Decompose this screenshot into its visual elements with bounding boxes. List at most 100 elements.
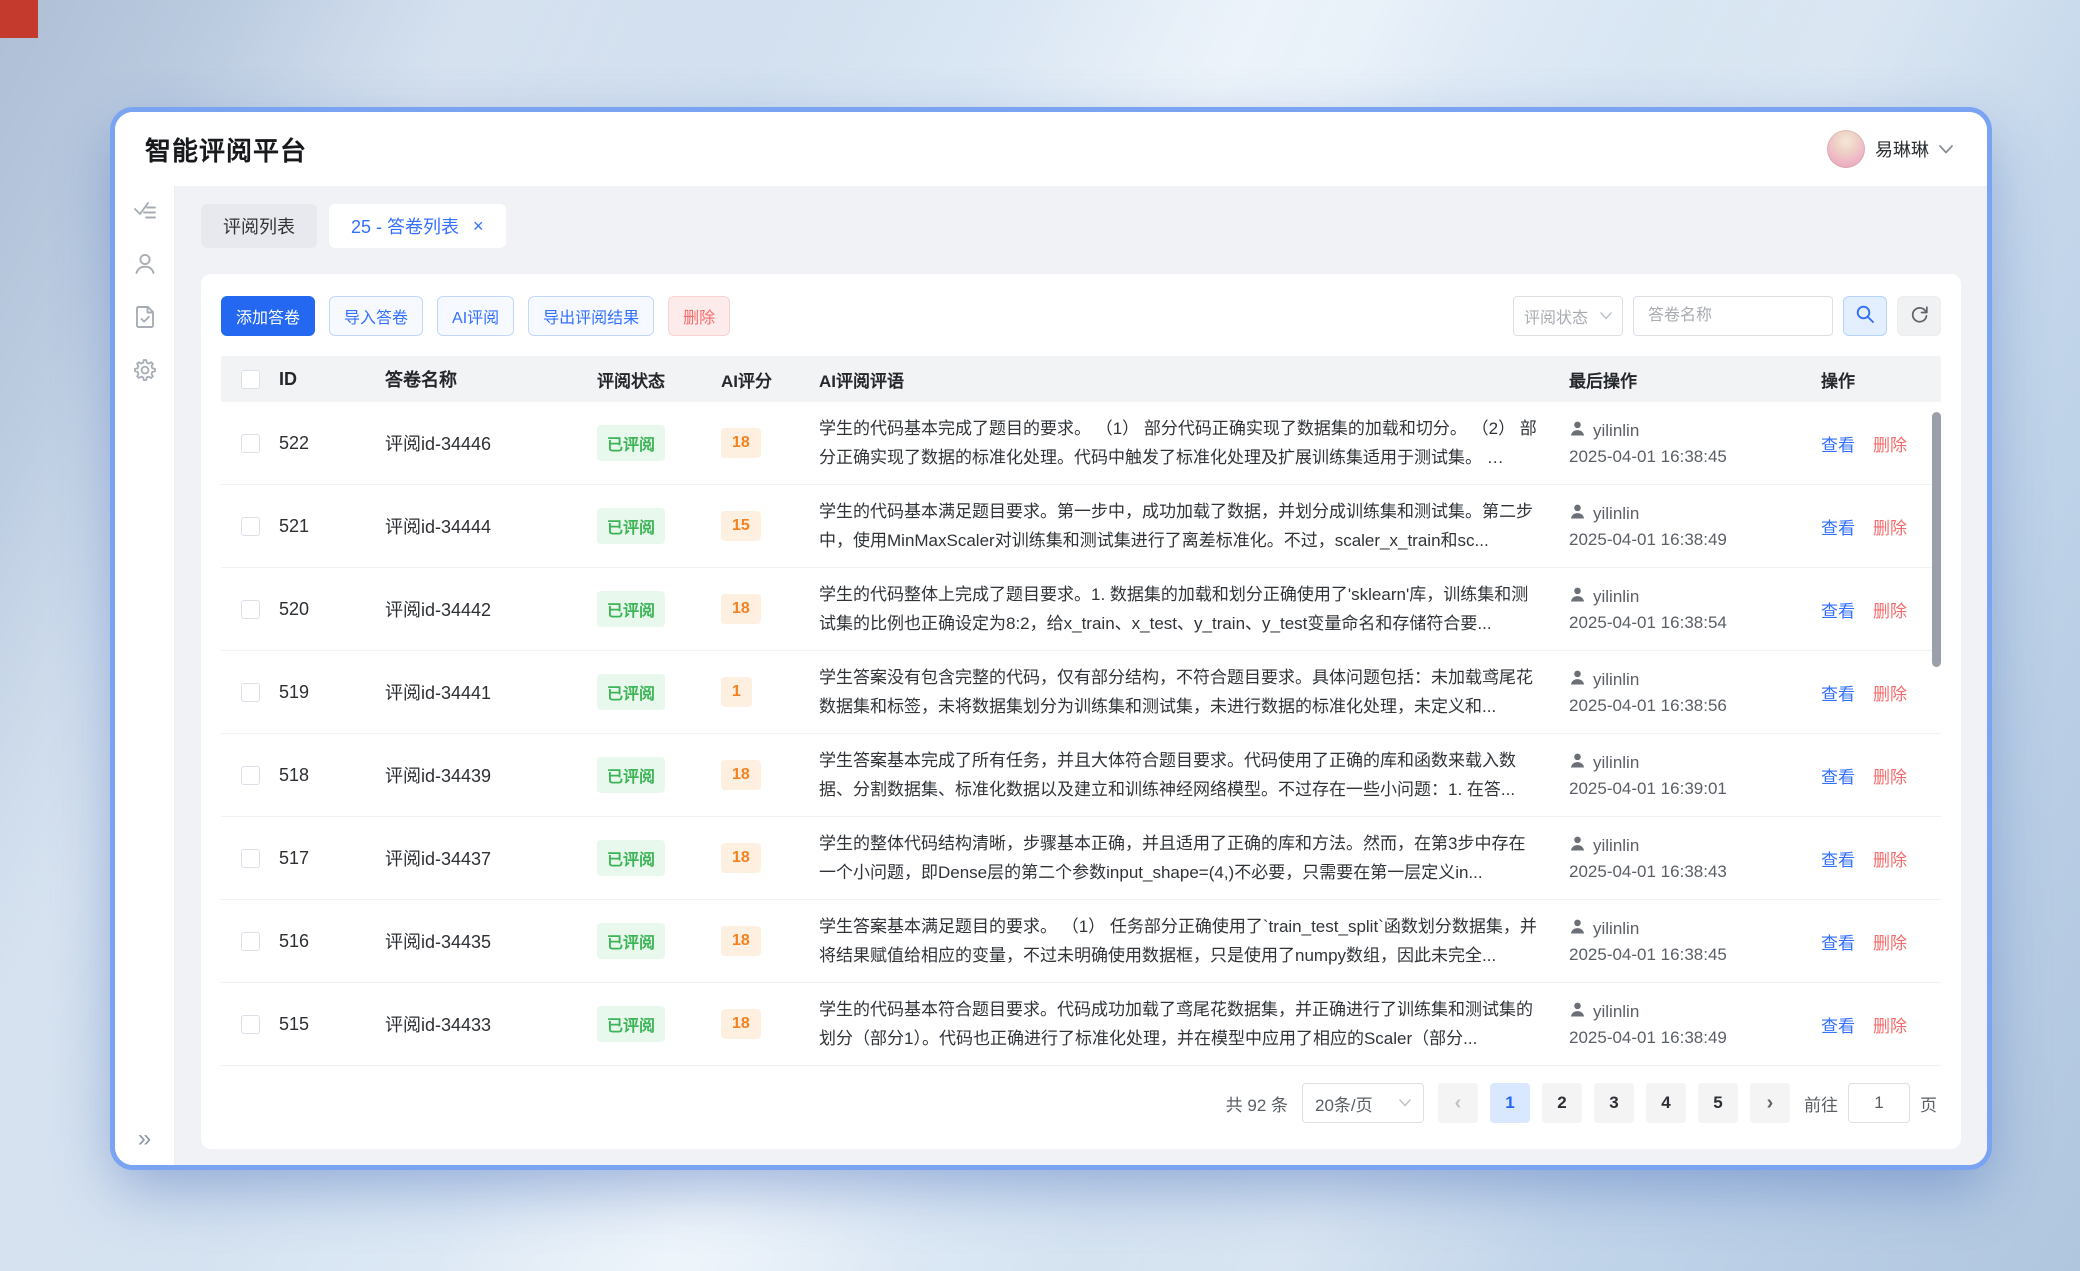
row-checkbox[interactable] (241, 849, 260, 868)
select-all-checkbox[interactable] (241, 370, 260, 389)
page-buttons: ‹ 12345 › (1438, 1083, 1790, 1123)
delete-link[interactable]: 删除 (1873, 851, 1907, 870)
answer-name-input[interactable] (1633, 296, 1833, 336)
view-link[interactable]: 查看 (1821, 519, 1855, 538)
view-link[interactable]: 查看 (1821, 1017, 1855, 1036)
operation-time: 2025-04-01 16:38:54 (1569, 613, 1821, 633)
toolbar-button-1[interactable]: 导入答卷 (329, 296, 423, 336)
review-status-select[interactable]: 评阅状态 (1513, 296, 1623, 336)
score-badge: 18 (721, 1009, 761, 1039)
operation-time: 2025-04-01 16:38:45 (1569, 447, 1821, 467)
row-checkbox[interactable] (241, 517, 260, 536)
cell-comment: 学生答案基本完成了所有任务，并且大体符合题目要求。代码使用了正确的库和函数来载入… (819, 746, 1569, 804)
page-button-4[interactable]: 4 (1646, 1083, 1686, 1123)
operator-name: yilinlin (1593, 919, 1639, 939)
person-icon (1569, 835, 1586, 857)
main-content: 评阅列表25 - 答卷列表× 添加答卷导入答卷AI评阅导出评阅结果删除 评阅状态 (175, 186, 1987, 1165)
delete-link[interactable]: 删除 (1873, 436, 1907, 455)
tab-close-icon[interactable]: × (473, 217, 484, 235)
row-checkbox[interactable] (241, 1015, 260, 1034)
table-header-row: ID答卷名称评阅状态AI评分AI评阅评语最后操作操作 (221, 356, 1941, 402)
view-link[interactable]: 查看 (1821, 685, 1855, 704)
goto-page-input[interactable] (1848, 1083, 1910, 1123)
cell-last-operation: yilinlin2025-04-01 16:38:49 (1569, 503, 1821, 550)
search-button[interactable] (1843, 296, 1887, 336)
column-header-id: ID (279, 369, 385, 390)
operator-name: yilinlin (1593, 1002, 1639, 1022)
page-button-1[interactable]: 1 (1490, 1083, 1530, 1123)
row-checkbox[interactable] (241, 932, 260, 951)
row-checkbox[interactable] (241, 600, 260, 619)
person-icon (1569, 669, 1586, 691)
cell-id: 522 (279, 433, 385, 454)
column-header-name: 答卷名称 (385, 366, 597, 392)
delete-link[interactable]: 删除 (1873, 934, 1907, 953)
cell-comment: 学生答案基本满足题目的要求。 （1） 任务部分正确使用了`train_test_… (819, 912, 1569, 970)
delete-link[interactable]: 删除 (1873, 685, 1907, 704)
delete-link[interactable]: 删除 (1873, 519, 1907, 538)
score-badge: 18 (721, 843, 761, 873)
operation-time: 2025-04-01 16:38:45 (1569, 945, 1821, 965)
status-badge: 已评阅 (597, 923, 665, 959)
row-checkbox[interactable] (241, 434, 260, 453)
sidebar-collapse-icon[interactable]: » (138, 1127, 151, 1151)
status-badge: 已评阅 (597, 1006, 665, 1042)
delete-link[interactable]: 删除 (1873, 768, 1907, 787)
refresh-button[interactable] (1897, 296, 1941, 336)
toolbar-button-0[interactable]: 添加答卷 (221, 296, 315, 336)
page-button-3[interactable]: 3 (1594, 1083, 1634, 1123)
user-name: 易琳琳 (1875, 136, 1929, 162)
avatar[interactable] (1827, 130, 1865, 168)
table-row: 518评阅id-34439已评阅18学生答案基本完成了所有任务，并且大体符合题目… (221, 734, 1941, 817)
cell-id: 515 (279, 1014, 385, 1035)
table-row: 520评阅id-34442已评阅18学生的代码整体上完成了题目要求。1. 数据集… (221, 568, 1941, 651)
person-icon (1569, 420, 1586, 442)
page-size-select[interactable]: 20条/页 (1302, 1083, 1424, 1123)
view-link[interactable]: 查看 (1821, 436, 1855, 455)
page-size-value: 20条/页 (1315, 1091, 1373, 1116)
toolbar-button-2[interactable]: AI评阅 (437, 296, 514, 336)
tab-1[interactable]: 25 - 答卷列表× (329, 204, 506, 248)
chevron-down-icon (1600, 312, 1612, 320)
review-checklist-icon[interactable] (132, 198, 158, 224)
delete-link[interactable]: 删除 (1873, 602, 1907, 621)
operator-name: yilinlin (1593, 753, 1639, 773)
tab-0[interactable]: 评阅列表 (201, 204, 317, 248)
row-checkbox[interactable] (241, 683, 260, 702)
column-header-score: AI评分 (721, 367, 819, 392)
content-panel: 添加答卷导入答卷AI评阅导出评阅结果删除 评阅状态 (201, 274, 1961, 1149)
next-page-button[interactable]: › (1750, 1083, 1790, 1123)
pagination-total: 共 92 条 (1226, 1091, 1288, 1116)
user-icon[interactable] (132, 251, 158, 277)
cell-last-operation: yilinlin 2025-04-01 16:38:45 (1569, 918, 1821, 965)
person-icon (1569, 752, 1586, 774)
cell-name: 评阅id-34441 (385, 679, 597, 705)
settings-gear-icon[interactable] (132, 357, 158, 383)
table-row: 522评阅id-34446已评阅18学生的代码基本完成了题目的要求。 （1） 部… (221, 402, 1941, 485)
toolbar-button-4[interactable]: 删除 (668, 296, 730, 336)
user-menu[interactable]: 易琳琳 (1827, 130, 1953, 168)
operation-time: 2025-04-01 16:38:49 (1569, 530, 1821, 550)
view-link[interactable]: 查看 (1821, 934, 1855, 953)
table-scrollbar[interactable] (1932, 412, 1941, 667)
toolbar-button-3[interactable]: 导出评阅结果 (528, 296, 654, 336)
goto-unit: 页 (1920, 1091, 1937, 1116)
operator-name: yilinlin (1593, 836, 1639, 856)
prev-page-button[interactable]: ‹ (1438, 1083, 1478, 1123)
cell-id: 521 (279, 516, 385, 537)
page-button-2[interactable]: 2 (1542, 1083, 1582, 1123)
view-link[interactable]: 查看 (1821, 768, 1855, 787)
status-badge: 已评阅 (597, 591, 665, 627)
delete-link[interactable]: 删除 (1873, 1017, 1907, 1036)
table-row: 519评阅id-34441已评阅1学生答案没有包含完整的代码，仅有部分结构，不符… (221, 651, 1941, 734)
operator-name: yilinlin (1593, 670, 1639, 690)
row-checkbox[interactable] (241, 766, 260, 785)
page-number-buttons: 12345 (1490, 1083, 1738, 1123)
cell-id: 518 (279, 765, 385, 786)
document-check-icon[interactable] (132, 304, 158, 330)
cell-name: 评阅id-34433 (385, 1011, 597, 1037)
view-link[interactable]: 查看 (1821, 602, 1855, 621)
page-button-5[interactable]: 5 (1698, 1083, 1738, 1123)
view-link[interactable]: 查看 (1821, 851, 1855, 870)
search-icon (1855, 304, 1875, 329)
